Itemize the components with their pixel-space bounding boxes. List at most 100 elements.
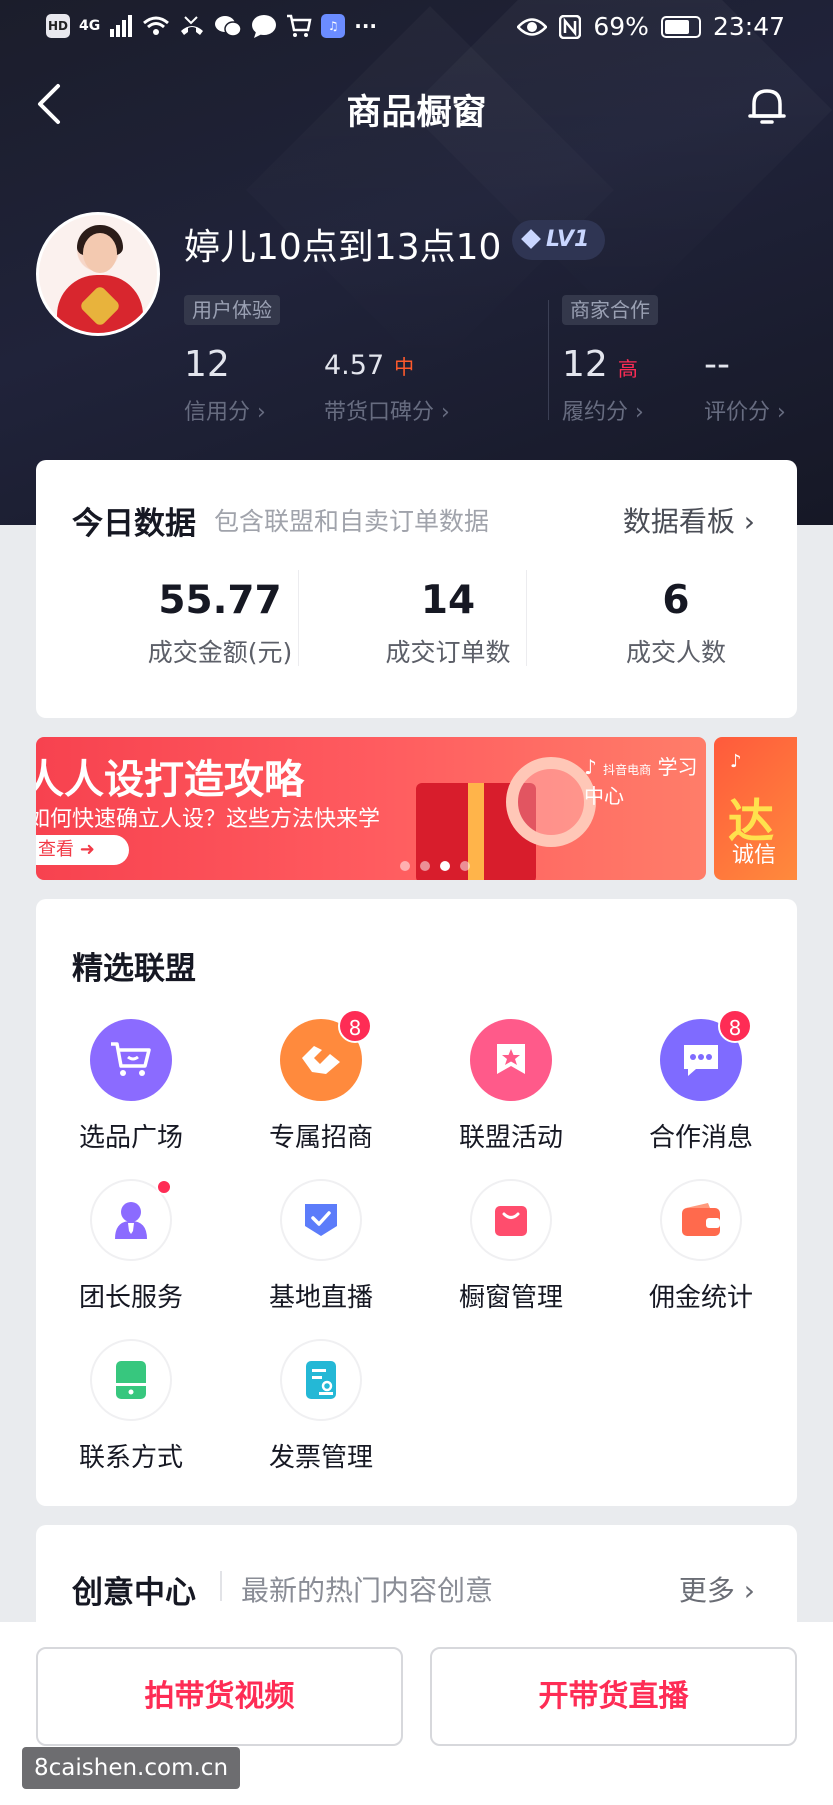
watermark: 8caishen.com.cn — [22, 1747, 241, 1789]
message-icon — [252, 15, 277, 38]
stat-value: 55.77 — [158, 578, 282, 623]
magnifier-illustration — [506, 757, 596, 847]
star-flag-icon — [470, 1019, 552, 1101]
tile-label: 基地直播 — [268, 1283, 373, 1313]
invoice-icon — [280, 1339, 362, 1421]
tile-leader-service[interactable]: 团长服务 — [36, 1179, 226, 1314]
phone-card-icon — [90, 1339, 172, 1421]
tile-badge: 8 — [338, 1009, 372, 1043]
handshake-icon: 8 — [280, 1009, 372, 1101]
tile-coop-messages[interactable]: 8 合作消息 — [606, 1009, 796, 1154]
tile-product-square[interactable]: 选品广场 — [36, 1019, 226, 1154]
more-icon: ··· — [354, 14, 378, 38]
promo-banner-next[interactable]: 达 诚信 ♪ — [714, 737, 797, 880]
today-subtitle: 包含联盟和自卖订单数据 — [214, 507, 490, 536]
today-data-card: 今日数据 包含联盟和自卖订单数据 数据看板 › 55.77 成交金额(元) 14… — [36, 460, 797, 718]
avatar[interactable] — [36, 212, 160, 336]
tile-label: 联盟活动 — [458, 1123, 563, 1153]
wifi-icon — [143, 16, 170, 35]
signal-icon — [110, 15, 133, 37]
creative-subtitle: 最新的热门内容创意 — [241, 1574, 494, 1607]
data-dashboard-link[interactable]: 数据看板 › — [623, 500, 755, 540]
tile-invoice-manage[interactable]: 发票管理 — [226, 1339, 416, 1474]
status-icons-right: 69% 23:47 — [517, 12, 785, 41]
tiktok-icon: ♪ — [584, 755, 597, 779]
tile-base-live[interactable]: 基地直播 — [226, 1179, 416, 1314]
merchant-coop-tag: 商家合作 — [562, 295, 658, 325]
cart-icon — [287, 14, 312, 37]
music-icon: ♫ — [321, 14, 346, 38]
creative-more-link[interactable]: 更多 › — [679, 1569, 755, 1609]
metric-value: 12 — [562, 344, 608, 385]
stat-orders[interactable]: 14 成交订单数 — [334, 578, 562, 669]
banner-headline: 人人设打造攻略 — [36, 757, 304, 803]
banner-subline: 如何快速确立人设？这些方法快来学 — [36, 807, 381, 832]
username: 婷儿10点到13点10 — [184, 227, 502, 268]
clock: 23:47 — [712, 12, 785, 41]
tile-alliance-activity[interactable]: 联盟活动 — [416, 1019, 606, 1154]
metric-review[interactable]: -- 评价分 › — [704, 344, 786, 425]
tile-label: 选品广场 — [78, 1123, 183, 1153]
status-icons-left: HD 4G ♫ ··· — [46, 14, 377, 38]
notification-button[interactable] — [745, 84, 789, 128]
metric-reputation[interactable]: 4.57 中 带货口碑分 › — [324, 350, 450, 425]
promo-banner[interactable]: 人人设打造攻略 如何快速确立人设？这些方法快来学 查看 ➜ ♪ 抖音电商 学习中… — [36, 737, 706, 880]
page-title: 商品橱窗 — [346, 93, 487, 133]
stat-label: 成交订单数 — [385, 638, 511, 667]
stat-label: 成交人数 — [625, 638, 726, 667]
hd-icon: HD — [46, 14, 70, 38]
level-badge[interactable]: LV1 — [512, 220, 606, 260]
tile-label: 合作消息 — [648, 1123, 753, 1153]
learning-center-logo: ♪ 抖音电商 学习中心 — [584, 751, 706, 809]
chat-bubble-icon: 8 — [660, 1009, 752, 1101]
carousel-dot — [420, 861, 430, 871]
banner2-subline: 诚信 — [732, 843, 777, 868]
carousel-dot-active — [440, 861, 450, 871]
metric-value: 12 — [184, 344, 230, 385]
battery-percent: 69% — [593, 12, 649, 41]
stat-buyers[interactable]: 6 成交人数 — [562, 578, 790, 669]
tile-label: 联系方式 — [78, 1443, 183, 1473]
tile-badge: 8 — [718, 1009, 752, 1043]
banner-logo-small: 抖音电商 — [603, 763, 652, 777]
metric-fulfillment[interactable]: 12 高 履约分 › — [562, 344, 644, 425]
cart-icon — [90, 1019, 172, 1101]
tile-label: 专属招商 — [268, 1123, 373, 1153]
alliance-card: 精选联盟 选品广场 8 专属招商 联盟活动 8 合作消息 团长服务 基地直播 橱… — [36, 899, 797, 1506]
diamond-icon — [521, 229, 541, 249]
tile-label: 佣金统计 — [648, 1283, 753, 1313]
tile-red-dot — [156, 1179, 172, 1195]
metric-level: 高 — [617, 357, 638, 381]
stat-value: 6 — [662, 578, 690, 623]
metric-level: 中 — [394, 355, 415, 379]
tile-label: 发票管理 — [268, 1443, 373, 1473]
missed-call-icon — [181, 16, 204, 35]
metric-label: 带货口碑分 › — [324, 400, 450, 425]
status-bar: HD 4G ♫ ··· 69% 23:47 — [0, 0, 833, 60]
banner-view-button[interactable]: 查看 ➜ — [36, 835, 129, 865]
tile-commission-stats[interactable]: 佣金统计 — [606, 1179, 796, 1314]
arrow-right-icon: ➜ — [79, 839, 95, 860]
metrics-divider — [548, 300, 549, 420]
metric-credit[interactable]: 12 信用分 › — [184, 344, 266, 425]
user-experience-tag: 用户体验 — [184, 295, 280, 325]
level-label: LV1 — [546, 227, 590, 252]
alliance-title: 精选联盟 — [72, 951, 196, 987]
metric-value: -- — [704, 344, 730, 385]
tile-exclusive-invite[interactable]: 8 专属招商 — [226, 1009, 416, 1154]
shopping-bag-icon — [470, 1179, 552, 1261]
person-icon — [90, 1179, 172, 1261]
net-type-label: 4G — [79, 18, 101, 34]
carousel-dot — [460, 861, 470, 871]
tile-contact[interactable]: 联系方式 — [36, 1339, 226, 1474]
eye-icon — [517, 17, 548, 36]
start-live-button[interactable]: 开带货直播 — [430, 1647, 797, 1746]
shoot-video-button[interactable]: 拍带货视频 — [36, 1647, 403, 1746]
bell-icon — [748, 89, 786, 124]
stat-amount[interactable]: 55.77 成交金额(元) — [106, 578, 334, 669]
today-title: 今日数据 — [72, 506, 196, 542]
tile-showcase-manage[interactable]: 橱窗管理 — [416, 1179, 606, 1314]
battery-icon — [660, 15, 701, 38]
creative-separator — [220, 1571, 222, 1601]
tile-label: 橱窗管理 — [458, 1283, 563, 1313]
